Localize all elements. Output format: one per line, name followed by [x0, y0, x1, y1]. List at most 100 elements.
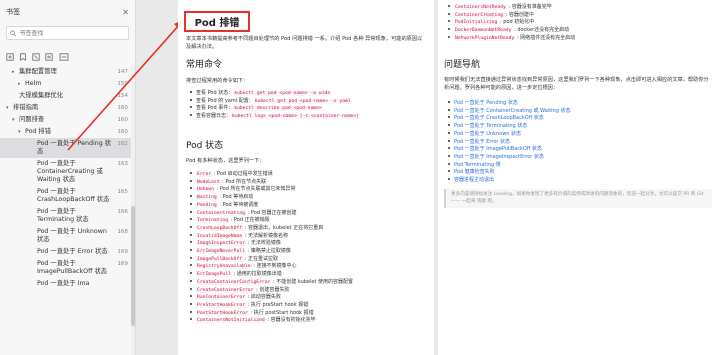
pod-state-item: PodInitializing : pod 初始化中: [448, 19, 708, 27]
bookmarks-panel: 书签 ✕ ▸集群配置管理147▸Helm150大规模集群优化154▾排错指南16…: [0, 0, 136, 355]
chevron-right-icon[interactable]: ▸: [12, 68, 19, 76]
expand-all-icon[interactable]: [45, 46, 53, 61]
bookmark-item[interactable]: Pod 一直处于 Pending 状态 162: [0, 138, 132, 158]
inline-code: ImagePullBackOff: [196, 256, 244, 262]
nav-link[interactable]: Pod 一直处于 ContainerCreating 或 Waiting 状态: [454, 108, 571, 114]
bullet-description: Pod 等待启动: [222, 194, 254, 201]
bullet-dot: [190, 179, 192, 182]
bookmark-item[interactable]: Pod 一直处于 Terminating 状态 166: [0, 206, 132, 226]
nav-link[interactable]: Pod 一直处于 Error 状态: [454, 139, 510, 145]
chevron-down-icon[interactable]: ▾: [6, 104, 13, 112]
nav-link[interactable]: Pod 一直处于 Pending 状态: [454, 100, 518, 106]
bookmark-item[interactable]: Pod 一直处于 Ima: [0, 278, 132, 290]
sidebar-scrollbar[interactable]: [131, 66, 135, 355]
bullet-dot: [190, 114, 192, 117]
bullet-dot: [448, 5, 450, 7]
bookmark-item[interactable]: ▸ Helm 150: [0, 78, 132, 90]
collapse-all-icon[interactable]: [58, 46, 70, 61]
inline-code: Waiting: [196, 195, 218, 201]
bookmark-delete-icon[interactable]: [32, 46, 40, 61]
pdf-viewer: 书签 ✕ ▸集群配置管理147▸Helm150大规模集群优化154▾排错指南16…: [0, 0, 720, 355]
close-icon[interactable]: ✕: [122, 8, 129, 17]
inline-code: ContainerCreating: [196, 210, 246, 216]
chevron-right-icon[interactable]: ▸: [18, 80, 25, 88]
section-heading-commands: 常用命令: [186, 60, 223, 70]
chevron-down-icon[interactable]: ▾: [12, 116, 19, 124]
bullet-dot: [190, 256, 192, 259]
bookmark-item[interactable]: Pod 一直处于 CrashLoopBackOff 状态 165: [0, 186, 132, 206]
bookmark-item[interactable]: Pod 一直处于 ImagePullBackOff 状态 169: [0, 258, 132, 278]
bookmark-page-number: 166: [117, 209, 128, 215]
bookmark-search-box[interactable]: [6, 26, 129, 40]
inline-code: kubectl get pod <pod-name> -o yaml: [253, 98, 352, 104]
nav-link[interactable]: Pod Terminating 慢: [454, 162, 501, 168]
pod-states-list: Error : Pod 启动过程中发生错误 NodeLost : Pod 所在节点…: [190, 171, 430, 325]
pod-state-item: ContainersNotReady : 容器没有准备完毕: [448, 4, 708, 12]
bullet-dot: [190, 264, 192, 267]
bullet-dot: [190, 172, 192, 174]
pod-state-item: ContainersNotInitialized : 容器没有初始化完毕: [190, 317, 430, 325]
commands-list: 查看 Pod 状态：kubectl get pod <pod-name> -o …: [190, 90, 430, 121]
commands-intro: 排查过程常用的命令如下：: [186, 78, 249, 84]
nav-link[interactable]: Pod 一直处于 CrashLoopBackOff 状态: [454, 115, 544, 121]
pod-state-item: ContainerCreating : 容器创建中: [448, 12, 708, 20]
command-item: 查看 Pod 事件：kubectl describe pod <pod-name…: [190, 105, 430, 113]
bullet-dot: [448, 178, 450, 181]
nav-link-item: 容器进程主动退出: [448, 177, 708, 185]
nav-link[interactable]: Pod 一直处于 ImageInspectError 状态: [454, 154, 544, 160]
pod-state-item: RunContainerError : 启动容器失败: [190, 294, 430, 302]
bullet-description: 无法校验镜像: [250, 240, 281, 247]
bookmark-add-icon[interactable]: [6, 46, 14, 61]
nav-link-item: Pod 一直处于 Unknown 状态: [448, 131, 708, 139]
bookmark-item[interactable]: ▸ 集群配置管理 147: [0, 66, 132, 78]
pod-state-item: ErrImagePull : 通用的拉取镜像出错: [190, 271, 430, 279]
inline-code: RegistryUnavailable: [196, 264, 252, 270]
bullet-description: 容器没有准备完毕: [511, 4, 552, 10]
scrollbar-thumb[interactable]: [131, 206, 135, 326]
bullet-dot: [190, 91, 192, 93]
nav-link[interactable]: Pod 一直处于 ImagePullBackOff 状态: [454, 146, 542, 152]
bullet-description: Pod 所在节点失联: [225, 178, 267, 185]
nav-link[interactable]: Pod 一直处于 Unknown 状态: [454, 131, 521, 137]
bullet-dot: [190, 187, 192, 190]
bookmark-item[interactable]: Pod 一直处于 Unknown 状态 168: [0, 226, 132, 246]
bookmark-item[interactable]: Pod 一直处于 Error 状态 169: [0, 246, 132, 258]
inline-code: kubectl describe pod <pod-name>: [233, 106, 323, 112]
bullet-description: Pod 等待被调度: [222, 201, 259, 208]
inline-code: ContainersNotReady: [454, 5, 507, 10]
bullet-description: docker还没有完全启动: [517, 27, 570, 34]
inline-code: NetworkPluginNotReady: [454, 35, 516, 41]
navigation-intro: 有时候我们无法直接通过异常状态找到异常原因，这里我们罗列一下各种现象，点击即可进…: [444, 77, 709, 91]
note-box: 更多内容请持续关注 Loading，如果你发现了更多有价值的案例或改进的问题现象…: [444, 189, 712, 209]
bookmark-item[interactable]: ▾ 排错指南 160: [0, 102, 132, 114]
section-heading-pod-status: Pod 状态: [186, 141, 224, 151]
nav-link-item: Pod 一直处于 CrashLoopBackOff 状态: [448, 115, 708, 123]
bookmark-page-number: 160: [117, 129, 128, 135]
bookmark-icon[interactable]: [19, 46, 27, 61]
bookmark-page-number: 162: [117, 141, 128, 147]
bookmark-page-number: 169: [117, 249, 128, 255]
nav-link[interactable]: Pod 健康检查失败: [454, 169, 495, 175]
bookmark-label: Pod 排错: [25, 128, 52, 135]
command-item: 查看容器日志：kubectl logs <pod-name> [-c <cont…: [190, 113, 430, 121]
bookmark-label: Pod 一直处于 ImagePullBackOff 状态: [37, 260, 108, 275]
bookmark-item[interactable]: 大规模集群优化 154: [0, 90, 132, 102]
bookmark-item[interactable]: ▾ Pod 排错 160: [0, 126, 132, 138]
bullet-dot: [190, 233, 192, 236]
chevron-down-icon[interactable]: ▾: [18, 128, 25, 136]
bookmark-toolbar: [0, 40, 135, 61]
inline-code: ErrImageNeverPull: [196, 249, 246, 255]
bookmark-item[interactable]: Pod 一直处于 ContainerCreating 或 Waiting 状态 1…: [0, 158, 132, 186]
inline-code: DockerDaemonNotReady: [454, 28, 513, 34]
bookmark-item[interactable]: ▾ 问题排查 160: [0, 114, 132, 126]
bullet-description: Pod 容器正在被创建: [250, 209, 297, 216]
bookmark-search-input[interactable]: [19, 29, 125, 37]
nav-link[interactable]: Pod 一直处于 Terminating 状态: [454, 123, 527, 129]
nav-link[interactable]: 容器进程主动退出: [454, 177, 494, 183]
inline-code: PreStartHookError: [196, 302, 246, 308]
bullet-description: 执行 preStart hook 报错: [250, 301, 309, 308]
inline-code: NodeLost: [196, 179, 221, 185]
bullet-label: 查看 Pod 事件：: [196, 105, 234, 112]
bullet-label: 查看 Pod 的 yaml 配置：: [196, 97, 254, 104]
bullet-description: 不能创建 kubelet 使用的容器配置: [276, 278, 354, 285]
